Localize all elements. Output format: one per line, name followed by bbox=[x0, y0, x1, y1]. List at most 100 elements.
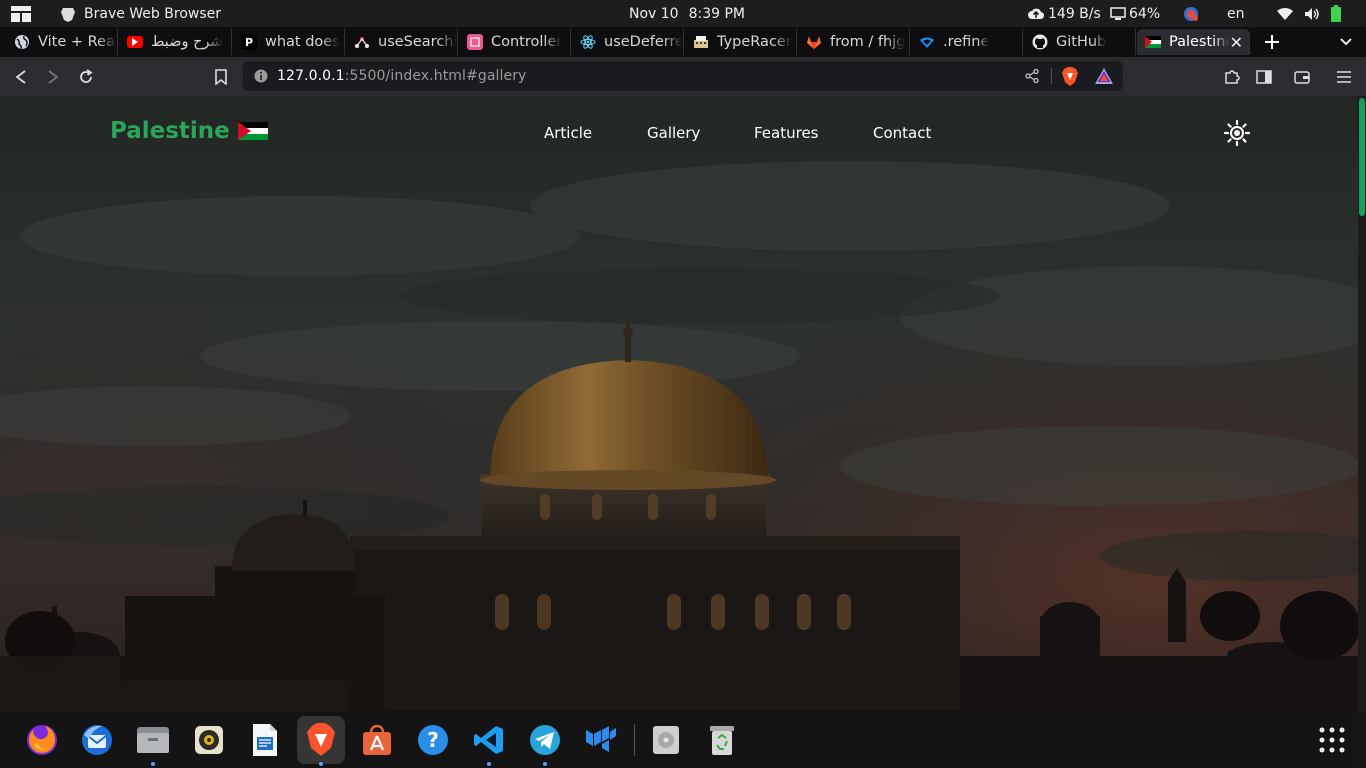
trash-icon bbox=[710, 726, 734, 755]
browser-tab-strip: Vite + React شرح وضبط P what does useSea… bbox=[0, 27, 1366, 57]
forward-arrow-icon bbox=[48, 70, 59, 84]
battery-indicator[interactable]: 64% bbox=[1110, 0, 1160, 27]
nav-link-contact[interactable]: Contact bbox=[873, 124, 931, 142]
dock-libreoffice-writer[interactable] bbox=[245, 720, 285, 760]
github-icon bbox=[1032, 34, 1048, 50]
tab-gitlab[interactable]: from / fhjg bbox=[798, 29, 910, 55]
running-indicator bbox=[543, 762, 547, 766]
nav-link-article[interactable]: Article bbox=[544, 124, 592, 142]
sun-icon bbox=[1223, 119, 1251, 147]
scrollbar-thumb[interactable] bbox=[1359, 98, 1365, 216]
mui-icon bbox=[586, 726, 616, 752]
tab-usedeferred[interactable]: useDeferre bbox=[572, 29, 684, 55]
dock-vscode[interactable] bbox=[469, 720, 509, 766]
site-logo-text: Palestine bbox=[110, 118, 230, 144]
url-path: :5500/index.html#gallery bbox=[344, 68, 527, 84]
refine-icon bbox=[919, 34, 935, 50]
chevron-down-icon bbox=[1340, 38, 1352, 46]
brave-icon bbox=[307, 723, 335, 756]
dock-trash[interactable] bbox=[702, 720, 742, 760]
sidebar-button[interactable] bbox=[1252, 65, 1276, 89]
tab-title: what does bbox=[265, 34, 340, 50]
typeracer-icon bbox=[693, 34, 709, 50]
tab-palestine[interactable]: Palestine ✕ bbox=[1137, 29, 1250, 55]
tab-title: useSearchP bbox=[378, 34, 457, 50]
wallet-icon bbox=[1294, 71, 1310, 84]
volume-icon bbox=[1305, 7, 1319, 20]
dock-thunderbird[interactable] bbox=[77, 720, 117, 760]
clock[interactable]: Nov 10 8:39 PM bbox=[629, 0, 745, 27]
tab-list-button[interactable] bbox=[1336, 28, 1356, 56]
tab-what-does[interactable]: P what does bbox=[233, 29, 345, 55]
site-info-icon[interactable] bbox=[254, 69, 268, 83]
nav-link-gallery[interactable]: Gallery bbox=[647, 124, 700, 142]
dock-separator bbox=[634, 724, 635, 756]
tab-typeracer[interactable]: TypeRacer bbox=[685, 29, 797, 55]
activities-button[interactable] bbox=[10, 0, 32, 27]
activities-icon bbox=[11, 5, 31, 22]
help-icon: ? bbox=[418, 725, 448, 755]
wallet-button[interactable] bbox=[1290, 65, 1314, 89]
dock-files[interactable] bbox=[133, 720, 173, 766]
back-button[interactable] bbox=[9, 65, 33, 89]
browser-toolbar: 127.0.0.1:5500/index.html#gallery bbox=[0, 57, 1366, 96]
system-top-bar: Brave Web Browser Nov 10 8:39 PM 149 B/s… bbox=[0, 0, 1366, 27]
close-tab-icon[interactable]: ✕ bbox=[1230, 33, 1243, 52]
show-applications-button[interactable] bbox=[1316, 724, 1348, 756]
dock-telegram[interactable] bbox=[525, 720, 565, 766]
reload-icon bbox=[80, 69, 93, 83]
telegram-icon bbox=[530, 725, 560, 755]
tab-usesearchparams[interactable]: useSearchP bbox=[346, 29, 458, 55]
tab-github[interactable]: GitHub bbox=[1024, 29, 1136, 55]
dock-firefox[interactable] bbox=[22, 720, 62, 760]
theme-toggle-button[interactable] bbox=[1223, 119, 1251, 147]
new-tab-button[interactable] bbox=[1262, 28, 1282, 56]
dock-help[interactable]: ? bbox=[413, 720, 453, 760]
running-indicator bbox=[151, 762, 155, 766]
main-menu-button[interactable] bbox=[1332, 65, 1356, 89]
dock-brave[interactable] bbox=[297, 716, 345, 766]
network-speed-indicator[interactable]: 149 B/s bbox=[1028, 0, 1101, 27]
dock-mui[interactable] bbox=[581, 720, 621, 760]
address-bar[interactable]: 127.0.0.1:5500/index.html#gallery bbox=[243, 61, 1123, 91]
dock-disk[interactable] bbox=[646, 720, 686, 760]
files-icon bbox=[137, 727, 169, 753]
site-logo[interactable]: Palestine bbox=[110, 118, 268, 144]
system-menu[interactable] bbox=[1276, 0, 1342, 27]
tab-title: TypeRacer bbox=[717, 34, 792, 50]
clock-time: 8:39 PM bbox=[688, 5, 746, 22]
bookmark-button[interactable] bbox=[209, 65, 233, 89]
tab-refine[interactable]: .refine bbox=[911, 29, 1023, 55]
extensions-button[interactable] bbox=[1220, 65, 1244, 89]
app-menu[interactable]: Brave Web Browser bbox=[60, 0, 221, 27]
firefox-icon bbox=[27, 725, 57, 755]
dock: ? bbox=[0, 712, 1366, 768]
form-icon bbox=[467, 34, 483, 50]
language-label: en bbox=[1227, 5, 1245, 22]
brave-rewards-icon[interactable] bbox=[1095, 68, 1113, 84]
tab-vite-react[interactable]: Vite + React bbox=[6, 29, 118, 55]
tab-youtube[interactable]: شرح وضبط bbox=[119, 29, 232, 55]
url-text: 127.0.0.1:5500/index.html#gallery bbox=[277, 68, 526, 84]
app-center-icon bbox=[363, 724, 391, 755]
clock-date: Nov 10 bbox=[629, 5, 679, 22]
app-menu-label: Brave Web Browser bbox=[84, 5, 221, 22]
nav-link-features[interactable]: Features bbox=[754, 124, 819, 142]
running-indicator bbox=[487, 762, 491, 766]
brave-shields-icon[interactable] bbox=[1061, 67, 1079, 86]
dock-app-center[interactable] bbox=[357, 720, 397, 760]
url-host: 127.0.0.1 bbox=[277, 68, 345, 84]
share-icon[interactable] bbox=[1025, 69, 1039, 83]
tab-controller[interactable]: Controller bbox=[459, 29, 571, 55]
tab-title: Controller bbox=[491, 34, 563, 50]
user-indicator[interactable] bbox=[1183, 0, 1199, 27]
reload-button[interactable] bbox=[74, 65, 98, 89]
hamburger-icon bbox=[1337, 71, 1351, 83]
page-scrollbar[interactable] bbox=[1358, 96, 1366, 768]
tab-title: from / fhjg bbox=[830, 34, 906, 50]
battery-percent: 64% bbox=[1129, 5, 1161, 22]
forward-button[interactable] bbox=[41, 65, 65, 89]
language-selector[interactable]: en bbox=[1227, 0, 1245, 27]
dock-rhythmbox[interactable] bbox=[189, 720, 229, 760]
upload-cloud-icon bbox=[1028, 8, 1044, 19]
